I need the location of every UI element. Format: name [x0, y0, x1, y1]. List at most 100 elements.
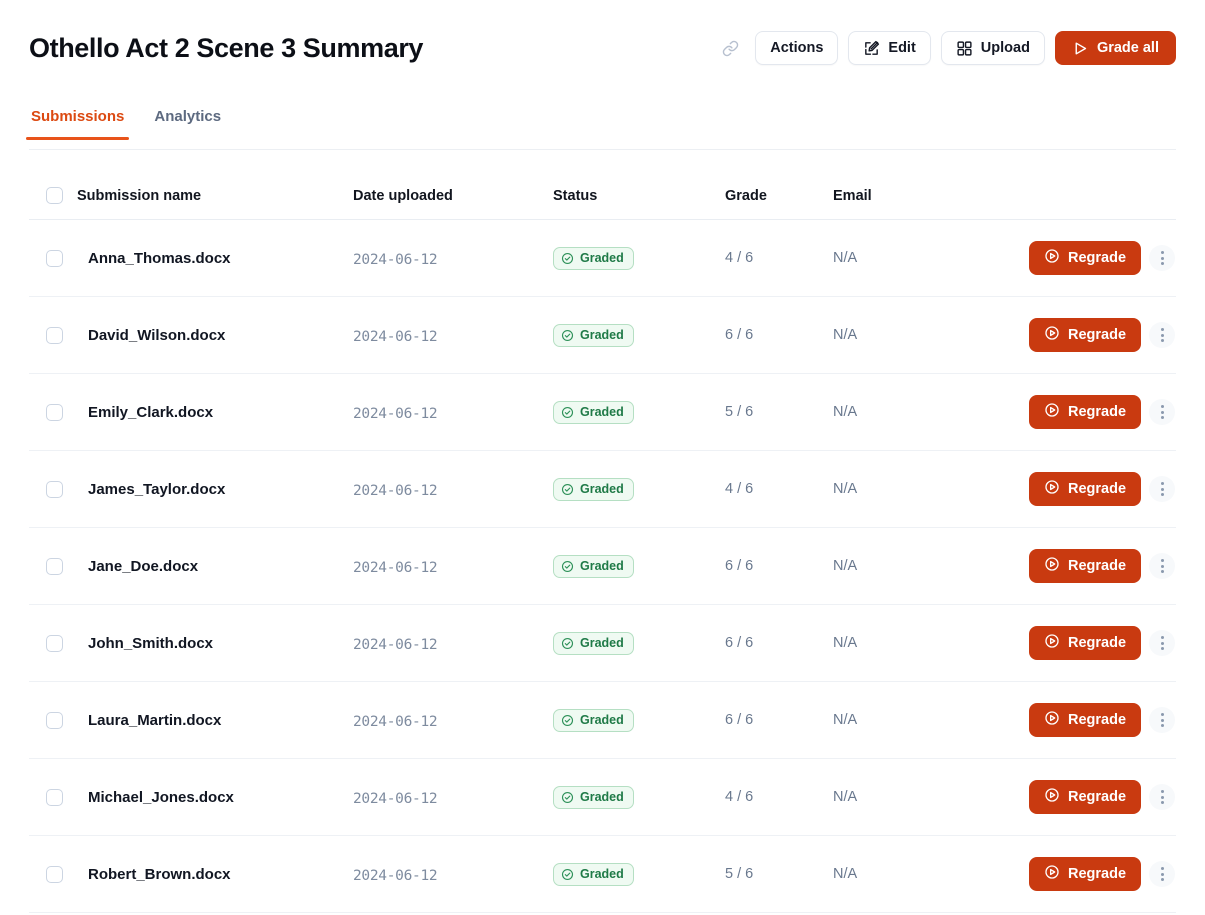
date-uploaded: 2024-06-12: [353, 329, 553, 345]
submission-name: Emily_Clark.docx: [77, 404, 353, 421]
status-badge: Graded: [553, 478, 634, 501]
table-row[interactable]: Jane_Doe.docx 2024-06-12 Graded 6 / 6 N/…: [29, 528, 1176, 605]
regrade-button[interactable]: Regrade: [1029, 780, 1141, 814]
kebab-menu-icon[interactable]: [1149, 630, 1175, 656]
submission-name: Anna_Thomas.docx: [77, 250, 353, 267]
play-circle-icon: [1044, 325, 1060, 345]
tab-analytics-label: Analytics: [154, 108, 221, 125]
status-badge: Graded: [553, 324, 634, 347]
regrade-button-label: Regrade: [1068, 636, 1126, 651]
tab-submissions[interactable]: Submissions: [29, 104, 126, 139]
check-circle-icon: [561, 483, 574, 496]
select-all-cell: [29, 187, 77, 204]
email-value: N/A: [833, 789, 1029, 805]
row-select-cell: [29, 866, 77, 883]
row-select-checkbox[interactable]: [46, 712, 63, 729]
grade-all-button-label: Grade all: [1097, 41, 1159, 56]
status-badge: Graded: [553, 632, 634, 655]
grade-value: 6 / 6: [725, 712, 833, 728]
regrade-button[interactable]: Regrade: [1029, 703, 1141, 737]
edit-button[interactable]: Edit: [848, 31, 930, 65]
kebab-menu-icon[interactable]: [1149, 707, 1175, 733]
row-select-cell: [29, 789, 77, 806]
status-badge-label: Graded: [580, 791, 624, 804]
row-select-checkbox[interactable]: [46, 789, 63, 806]
check-circle-icon: [561, 714, 574, 727]
status-badge-label: Graded: [580, 868, 624, 881]
table-row[interactable]: Laura_Martin.docx 2024-06-12 Graded 6 / …: [29, 682, 1176, 759]
upload-button[interactable]: Upload: [941, 31, 1045, 65]
tab-submissions-label: Submissions: [31, 108, 124, 125]
regrade-button-label: Regrade: [1068, 559, 1126, 574]
check-circle-icon: [561, 560, 574, 573]
tab-analytics[interactable]: Analytics: [152, 104, 223, 139]
row-select-checkbox[interactable]: [46, 558, 63, 575]
regrade-button-label: Regrade: [1068, 328, 1126, 343]
table-row[interactable]: Michael_Jones.docx 2024-06-12 Graded 4 /…: [29, 759, 1176, 836]
table-row[interactable]: Emily_Clark.docx 2024-06-12 Graded 5 / 6…: [29, 374, 1176, 451]
submissions-table: Submission name Date uploaded Status Gra…: [29, 172, 1176, 913]
row-select-checkbox[interactable]: [46, 404, 63, 421]
regrade-button[interactable]: Regrade: [1029, 626, 1141, 660]
regrade-button[interactable]: Regrade: [1029, 318, 1141, 352]
table-row[interactable]: Anna_Thomas.docx 2024-06-12 Graded 4 / 6…: [29, 220, 1176, 297]
kebab-menu-icon[interactable]: [1149, 322, 1175, 348]
regrade-button-label: Regrade: [1068, 713, 1126, 728]
kebab-menu-icon[interactable]: [1149, 476, 1175, 502]
date-uploaded: 2024-06-12: [353, 868, 553, 884]
select-all-checkbox[interactable]: [46, 187, 63, 204]
page-title: Othello Act 2 Scene 3 Summary: [29, 33, 423, 64]
submission-name: James_Taylor.docx: [77, 481, 353, 498]
regrade-button-label: Regrade: [1068, 405, 1126, 420]
status-badge-label: Graded: [580, 483, 624, 496]
regrade-button-label: Regrade: [1068, 251, 1126, 266]
column-header-email: Email: [833, 188, 1029, 204]
table-row[interactable]: David_Wilson.docx 2024-06-12 Graded 6 / …: [29, 297, 1176, 374]
play-circle-icon: [1044, 402, 1060, 422]
header-action-bar: Actions Edit: [717, 31, 1176, 65]
row-actions: Regrade: [1029, 241, 1182, 275]
kebab-menu-icon[interactable]: [1149, 245, 1175, 271]
status-badge-label: Graded: [580, 637, 624, 650]
status-badge-label: Graded: [580, 406, 624, 419]
kebab-menu-icon[interactable]: [1149, 399, 1175, 425]
column-header-grade: Grade: [725, 188, 833, 204]
kebab-menu-icon[interactable]: [1149, 784, 1175, 810]
row-select-checkbox[interactable]: [46, 250, 63, 267]
row-actions: Regrade: [1029, 318, 1182, 352]
grade-value: 6 / 6: [725, 635, 833, 651]
grade-all-button[interactable]: Grade all: [1055, 31, 1176, 65]
row-select-checkbox[interactable]: [46, 327, 63, 344]
row-select-checkbox[interactable]: [46, 866, 63, 883]
link-icon[interactable]: [717, 35, 743, 61]
status-badge-label: Graded: [580, 714, 624, 727]
submission-name: Robert_Brown.docx: [77, 866, 353, 883]
regrade-button[interactable]: Regrade: [1029, 395, 1141, 429]
regrade-button[interactable]: Regrade: [1029, 549, 1141, 583]
status-badge: Graded: [553, 863, 634, 886]
table-row[interactable]: Robert_Brown.docx 2024-06-12 Graded 5 / …: [29, 836, 1176, 913]
kebab-menu-icon[interactable]: [1149, 553, 1175, 579]
table-body: Anna_Thomas.docx 2024-06-12 Graded 4 / 6…: [29, 220, 1176, 913]
date-uploaded: 2024-06-12: [353, 406, 553, 422]
row-select-cell: [29, 404, 77, 421]
regrade-button[interactable]: Regrade: [1029, 857, 1141, 891]
table-row[interactable]: James_Taylor.docx 2024-06-12 Graded 4 / …: [29, 451, 1176, 528]
row-select-checkbox[interactable]: [46, 635, 63, 652]
email-value: N/A: [833, 327, 1029, 343]
row-select-checkbox[interactable]: [46, 481, 63, 498]
regrade-button[interactable]: Regrade: [1029, 241, 1141, 275]
row-actions: Regrade: [1029, 780, 1182, 814]
date-uploaded: 2024-06-12: [353, 791, 553, 807]
grade-value: 5 / 6: [725, 404, 833, 420]
kebab-menu-icon[interactable]: [1149, 861, 1175, 887]
actions-button[interactable]: Actions: [755, 31, 838, 65]
grade-value: 4 / 6: [725, 789, 833, 805]
regrade-button[interactable]: Regrade: [1029, 472, 1141, 506]
row-actions: Regrade: [1029, 395, 1182, 429]
table-row[interactable]: John_Smith.docx 2024-06-12 Graded 6 / 6 …: [29, 605, 1176, 682]
row-select-cell: [29, 327, 77, 344]
status-badge: Graded: [553, 247, 634, 270]
column-header-date-uploaded: Date uploaded: [353, 188, 553, 204]
check-circle-icon: [561, 637, 574, 650]
